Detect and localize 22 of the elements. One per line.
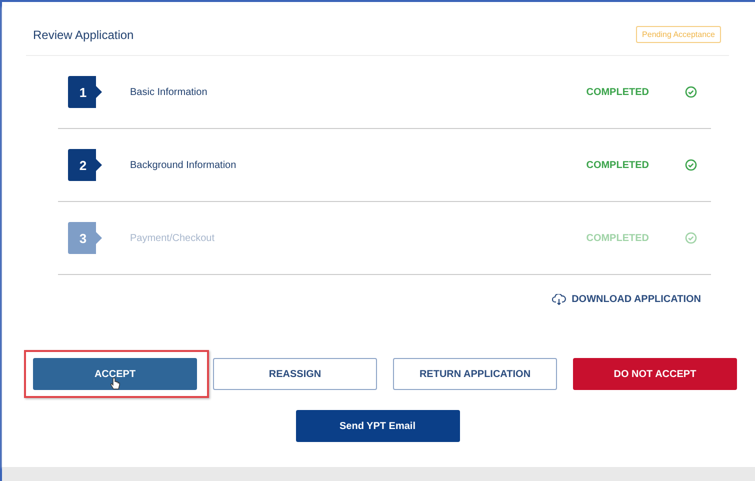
send-email-button[interactable]: Send YPT Email (296, 410, 460, 442)
hand-cursor-icon (110, 377, 120, 390)
step-number: 2 (68, 149, 104, 181)
step-number: 3 (68, 222, 104, 254)
action-button[interactable]: RETURN APPLICATION (393, 358, 557, 390)
step-label: Basic Information (130, 86, 208, 98)
action-button[interactable]: REASSIGN (213, 358, 377, 390)
step-label: Background Information (130, 160, 238, 170)
step-status: COMPLETED (586, 86, 649, 98)
step-label: Payment/Checkout (130, 232, 216, 244)
check-circle-icon (685, 159, 697, 171)
action-button[interactable]: ACCEPT (33, 358, 197, 390)
download-link[interactable]: DOWNLOAD APPLICATION (546, 293, 707, 306)
step-status: COMPLETED (586, 232, 649, 244)
cloud-download-icon (552, 294, 566, 305)
check-circle-icon (685, 86, 697, 98)
check-circle-icon (685, 232, 697, 244)
status-badge: Pending Acceptance (636, 26, 721, 43)
card-title: Review Application (33, 28, 134, 42)
decline-button[interactable]: DO NOT ACCEPT (573, 358, 737, 390)
step-status: COMPLETED (586, 160, 649, 170)
step-number: 1 (68, 76, 104, 108)
